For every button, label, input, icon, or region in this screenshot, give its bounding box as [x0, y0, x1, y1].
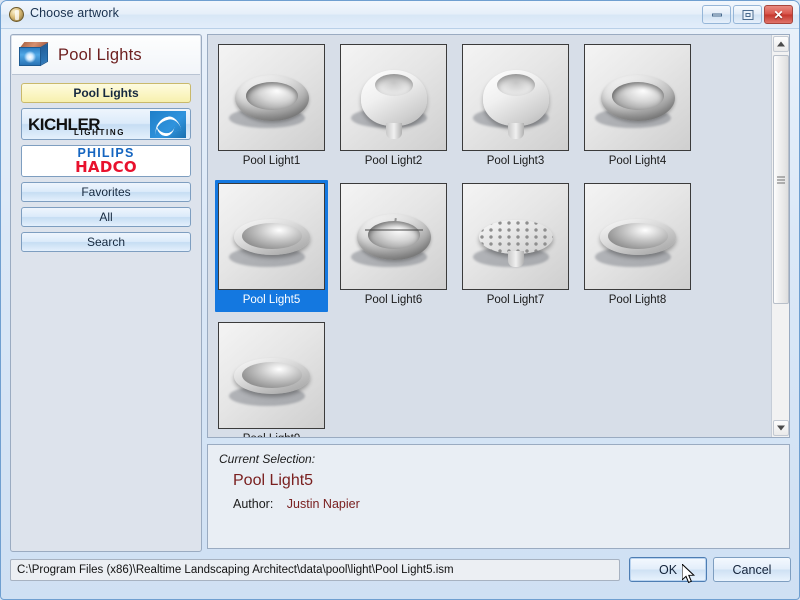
author-value: Justin Napier — [286, 497, 360, 511]
app-circle-icon — [9, 7, 24, 22]
thumbnail-label: Pool Light9 — [218, 432, 325, 437]
list-item[interactable]: Pool Light1 — [215, 41, 328, 173]
ok-button[interactable]: OK — [629, 557, 707, 582]
thumbnail-label: Pool Light4 — [608, 155, 667, 167]
sidebar-header-title: Pool Lights — [58, 45, 142, 64]
pool-light-block-icon — [19, 42, 49, 68]
category-sidebar: Pool Lights Pool Lights KICHLER LIGHTING… — [10, 34, 202, 552]
thumbnail-image — [340, 44, 447, 151]
hadco-wordmark: HADCO — [75, 157, 137, 176]
current-selection-panel: Current Selection: Pool Light5 Author: J… — [207, 444, 790, 549]
list-item[interactable]: Pool Light2 — [337, 41, 450, 173]
thumbnail-image — [462, 44, 569, 151]
window-title: Choose artwork — [30, 6, 119, 20]
sidebar-item-pool-lights[interactable]: Pool Lights — [21, 83, 191, 103]
list-item[interactable]: Pool Light6 — [337, 180, 450, 312]
close-button[interactable]: ✕ — [764, 5, 793, 24]
maximize-button[interactable] — [733, 5, 762, 24]
thumbnail-label: Pool Light2 — [364, 155, 423, 167]
thumbnail-label: Pool Light6 — [364, 294, 423, 306]
thumbnail-label: Pool Light1 — [242, 155, 301, 167]
thumbnail-image — [340, 183, 447, 290]
sidebar-item-kichler[interactable]: KICHLER LIGHTING — [21, 108, 191, 140]
cancel-button[interactable]: Cancel — [713, 557, 791, 582]
sidebar-item-label: Search — [86, 235, 126, 249]
close-icon: ✕ — [773, 7, 784, 22]
choose-artwork-dialog: Choose artwork ✕ Pool Lights Pool Lights… — [0, 0, 800, 600]
scroll-down-icon[interactable] — [773, 420, 789, 436]
list-item[interactable]: Pool Light4 — [581, 41, 694, 173]
thumbnail-image — [462, 183, 569, 290]
thumbnail-image — [584, 183, 691, 290]
thumbnail-image — [218, 322, 325, 429]
sidebar-item-label: All — [99, 210, 113, 224]
thumbnail-grid: Pool Light1 Pool Light2 Pool Light3 Pool… — [208, 35, 770, 437]
artwork-gallery: Pool Light1 Pool Light2 Pool Light3 Pool… — [207, 34, 790, 438]
ok-button-label: OK — [658, 562, 678, 577]
thumbnail-label: Pool Light5 — [242, 294, 301, 306]
sidebar-item-all[interactable]: All — [21, 207, 191, 227]
scrollbar-thumb[interactable] — [773, 55, 789, 304]
maximize-icon — [742, 9, 753, 20]
list-item[interactable]: Pool Light3 — [459, 41, 572, 173]
author-label: Author: — [233, 497, 274, 511]
sidebar-item-label: Favorites — [81, 185, 131, 199]
sidebar-item-philips-hadco[interactable]: PHILIPS HADCO — [21, 145, 191, 177]
kichler-swoosh-icon — [150, 111, 186, 138]
gallery-scrollbar[interactable] — [771, 35, 789, 437]
current-selection-label: Current Selection: — [219, 452, 316, 466]
thumbnail-image — [218, 183, 325, 290]
thumbnail-label: Pool Light7 — [486, 294, 545, 306]
sidebar-header: Pool Lights — [12, 36, 200, 75]
sidebar-item-favorites[interactable]: Favorites — [21, 182, 191, 202]
thumbnail-label: Pool Light3 — [486, 155, 545, 167]
file-path-field[interactable]: C:\Program Files (x86)\Realtime Landscap… — [10, 559, 620, 581]
kichler-logo: KICHLER LIGHTING — [22, 109, 190, 139]
sidebar-item-search[interactable]: Search — [21, 232, 191, 252]
minimize-button[interactable] — [702, 5, 731, 24]
thumbnail-label: Pool Light8 — [608, 294, 667, 306]
list-item-selected[interactable]: Pool Light5 — [215, 180, 328, 312]
title-bar: Choose artwork ✕ — [1, 1, 799, 29]
window-controls: ✕ — [702, 5, 793, 24]
sidebar-button-list: Pool Lights KICHLER LIGHTING PHILIPS HAD… — [12, 75, 200, 550]
kichler-subtext: LIGHTING — [74, 128, 126, 137]
list-item[interactable]: Pool Light7 — [459, 180, 572, 312]
philips-hadco-logo: PHILIPS HADCO — [22, 146, 190, 176]
thumbnail-image — [218, 44, 325, 151]
list-item[interactable]: Pool Light9 — [215, 319, 328, 437]
scroll-up-icon[interactable] — [773, 36, 789, 52]
cancel-button-label: Cancel — [732, 562, 772, 577]
minimize-icon — [711, 13, 722, 16]
sidebar-item-label: Pool Lights — [73, 86, 139, 100]
current-selection-name: Pool Light5 — [233, 472, 314, 489]
list-item[interactable]: Pool Light8 — [581, 180, 694, 312]
current-selection-author: Author: Justin Napier — [233, 497, 789, 511]
thumbnail-image — [584, 44, 691, 151]
